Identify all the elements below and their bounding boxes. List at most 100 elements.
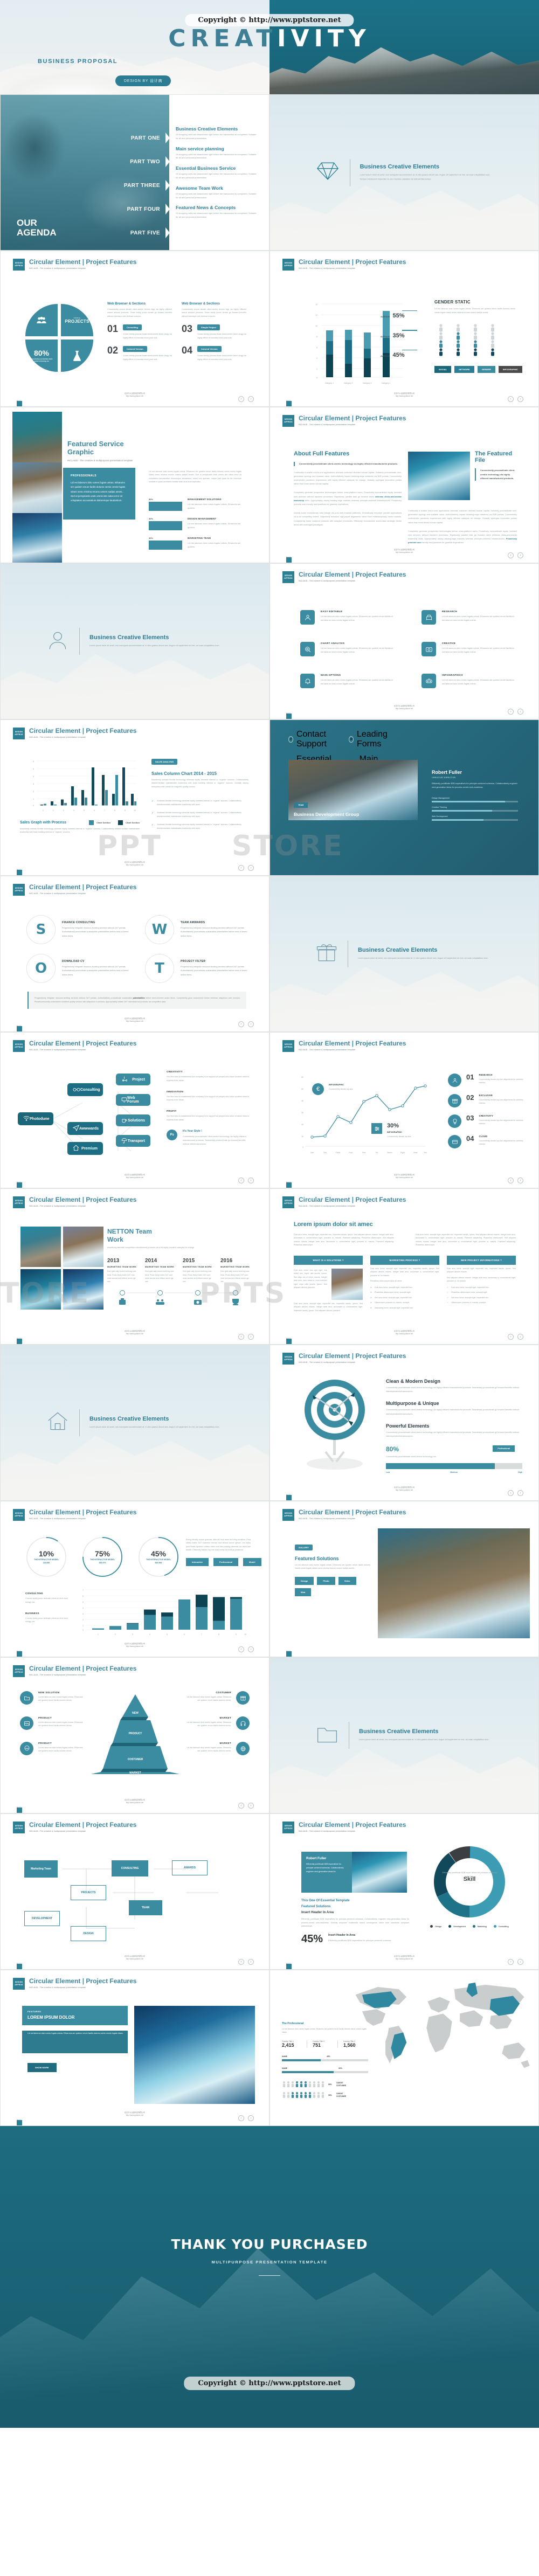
next-icon[interactable]: ›: [248, 396, 254, 402]
column-header[interactable]: WHAT IS A SOLUTIONS ?: [294, 1256, 363, 1265]
prev-icon[interactable]: ‹: [238, 1646, 244, 1652]
swot-item[interactable]: T PROJECT FILTER Progressively integrate r…: [145, 954, 247, 983]
donut-item[interactable]: 45% THE INTERACTIVE MODEL 500,960: [137, 1536, 179, 1578]
prev-icon[interactable]: ‹: [238, 2115, 244, 2121]
prev-icon[interactable]: ‹: [238, 1178, 244, 1183]
wave-button[interactable]: SHOW MORE: [27, 2063, 57, 2072]
gallery-hero-photo[interactable]: [378, 1528, 530, 1638]
quad-people[interactable]: [25, 304, 58, 336]
prev-icon[interactable]: ‹: [238, 1021, 244, 1027]
prev-icon[interactable]: ‹: [508, 1490, 514, 1496]
next-icon[interactable]: ›: [248, 865, 254, 871]
flow-node[interactable]: DESIGN: [71, 1926, 106, 1941]
prev-icon[interactable]: ‹: [508, 709, 514, 715]
flow-node[interactable]: AWARDS: [172, 1860, 208, 1875]
next-icon[interactable]: ›: [248, 1803, 254, 1809]
icon-grid-item[interactable]: CHART ANALYSIS Lid est laborum dolo rumes…: [300, 642, 396, 656]
lc-item[interactable]: 03 CREATIVITY Conveniently iterate top-lin…: [448, 1114, 523, 1128]
tree-leaf-node[interactable]: Transport: [116, 1135, 150, 1147]
donut-button[interactable]: Model: [243, 1557, 261, 1566]
item-chip[interactable]: Simple Project: [197, 324, 220, 331]
tree-branch-node[interactable]: Consulting: [67, 1083, 103, 1096]
next-icon[interactable]: ›: [248, 2115, 254, 2121]
lc-item[interactable]: 04 CLOUD Conveniently iterate top-line ali…: [448, 1135, 523, 1148]
gallery-tag[interactable]: GALLERY: [295, 1545, 313, 1550]
flow-node[interactable]: PROJECTS: [71, 1885, 106, 1900]
quad-projects[interactable]: SIMPLE PROJECTS: [61, 304, 93, 336]
agenda-part[interactable]: PART FIVE: [106, 221, 170, 245]
next-icon[interactable]: ›: [248, 1959, 254, 1965]
next-icon[interactable]: ›: [248, 1334, 254, 1340]
tag-button[interactable]: GENDER: [477, 365, 495, 373]
next-icon[interactable]: ›: [248, 1646, 254, 1652]
tree-branch-node[interactable]: Premium: [67, 1142, 103, 1155]
gallery-button[interactable]: Photo: [317, 1576, 335, 1585]
next-icon[interactable]: ›: [517, 1334, 523, 1340]
gallery-photo[interactable]: [20, 1227, 61, 1267]
prev-icon[interactable]: ‹: [238, 396, 244, 402]
lc-item[interactable]: 02 EXCLUSIVE Conveniently iterate top-line…: [448, 1094, 523, 1107]
donut-button[interactable]: Interactive: [186, 1557, 209, 1566]
pyramid-item[interactable]: MARKET Lid est laborum dolo rumes fugats …: [186, 1716, 250, 1730]
item-chip[interactable]: Colored Version: [197, 346, 222, 352]
icon-grid-item[interactable]: INFOGRAPHICS Lid est laborum dolo rumes f…: [421, 674, 517, 688]
contact-item[interactable]: ✆ Contact Support: [288, 730, 339, 749]
column-header[interactable]: NEW PROJECT INFORMATIONS ?: [447, 1256, 516, 1265]
item-chip[interactable]: Colored Version: [123, 346, 147, 352]
gallery-button[interactable]: Web: [295, 1588, 312, 1596]
next-icon[interactable]: ›: [517, 552, 523, 558]
flow-node[interactable]: TEAM: [129, 1900, 162, 1915]
donut-item[interactable]: 75% THE INTERACTIVE MODEL 350,970: [81, 1536, 123, 1578]
agenda-part[interactable]: PART ONE: [106, 126, 170, 150]
prev-icon[interactable]: ‹: [508, 396, 514, 402]
gallery-button[interactable]: Video: [338, 1576, 356, 1585]
swot-item[interactable]: W TEAM AMWARDS Progressively integrate res…: [145, 915, 247, 944]
pyramid-item[interactable]: MARKET Lid est laborum dolo rumes fugats …: [186, 1742, 250, 1755]
lc-item[interactable]: 01 RESEARCH Conveniently iterate top-line …: [448, 1074, 523, 1087]
flow-node[interactable]: CONSULTING: [112, 1860, 148, 1876]
gallery-photo[interactable]: [63, 1227, 103, 1267]
prev-icon[interactable]: ‹: [508, 552, 514, 558]
prev-icon[interactable]: ‹: [238, 1959, 244, 1965]
progress-bar[interactable]: [386, 1463, 522, 1470]
tree-leaf-node[interactable]: Solutions: [116, 1114, 150, 1126]
swot-item[interactable]: O DOWNLOAD CV Progressively integrate reso…: [26, 954, 129, 983]
contact-item[interactable]: ✉ Leading Forms: [349, 730, 396, 749]
agenda-part[interactable]: PART THREE: [106, 174, 170, 197]
sales-tag[interactable]: SALES ANALYSIS: [151, 759, 178, 765]
pyramid-item[interactable]: PRODUCT Lid est laborum dolo rumes fugats…: [20, 1716, 84, 1730]
quad-flask[interactable]: [61, 340, 93, 372]
tree-leaf-node[interactable]: Web Forum: [116, 1094, 150, 1106]
donut-button[interactable]: Professional: [213, 1557, 239, 1566]
prev-icon[interactable]: ‹: [238, 865, 244, 871]
gallery-photo[interactable]: [20, 1269, 61, 1310]
pyramid-item[interactable]: COSTUMER Lid est laborum dolo rumes fugat…: [186, 1691, 250, 1705]
donut-item[interactable]: 10% THE INTERACTIVE MODEL 115,856: [25, 1536, 67, 1578]
gallery-button[interactable]: Design: [295, 1576, 314, 1585]
next-icon[interactable]: ›: [248, 1021, 254, 1027]
next-icon[interactable]: ›: [517, 396, 523, 402]
flow-node[interactable]: DEVELOPMENT: [24, 1911, 60, 1926]
next-icon[interactable]: ›: [517, 1959, 523, 1965]
pyramid-item[interactable]: PRODUCT Lid est laborum dolo rumes fugats…: [20, 1742, 84, 1755]
flow-node[interactable]: Marketing Team: [24, 1860, 58, 1878]
wave-photo[interactable]: [134, 2006, 255, 2104]
icon-grid-item[interactable]: MAIN OPTIONS Lid est laborum dolo rumes f…: [300, 674, 396, 688]
icon-grid-item[interactable]: RESEARCH Lid est laborum dolo rumes fugat…: [421, 610, 517, 625]
prev-icon[interactable]: ‹: [508, 1334, 514, 1340]
icon-grid-item[interactable]: CREATIVE Lid est laborum dolo rumes fugat…: [421, 642, 517, 656]
icon-grid-item[interactable]: EASY EDITABLE Lid est laborum dolo rumes …: [300, 610, 396, 625]
column-header[interactable]: MARKETING PROCESS ?: [370, 1256, 439, 1265]
tree-root-node[interactable]: Photodune: [18, 1112, 53, 1125]
tag-button[interactable]: INFOGRAPHIC: [498, 365, 522, 373]
item-chip[interactable]: Consulting: [123, 324, 142, 331]
next-icon[interactable]: ›: [517, 709, 523, 715]
agenda-part[interactable]: PART TWO: [106, 150, 170, 174]
next-icon[interactable]: ›: [248, 1178, 254, 1183]
next-icon[interactable]: ›: [517, 1178, 523, 1183]
quad-percent[interactable]: 80% Conveniently procrastinate client-ce…: [25, 340, 58, 372]
tag-button[interactable]: SOCIAL: [434, 365, 452, 373]
team-tag[interactable]: TEAM: [294, 802, 308, 808]
pyramid-item[interactable]: NEW SOLUTION Lid est laborum dolo rumes f…: [20, 1691, 84, 1705]
tree-leaf-node[interactable]: Project: [116, 1074, 150, 1085]
